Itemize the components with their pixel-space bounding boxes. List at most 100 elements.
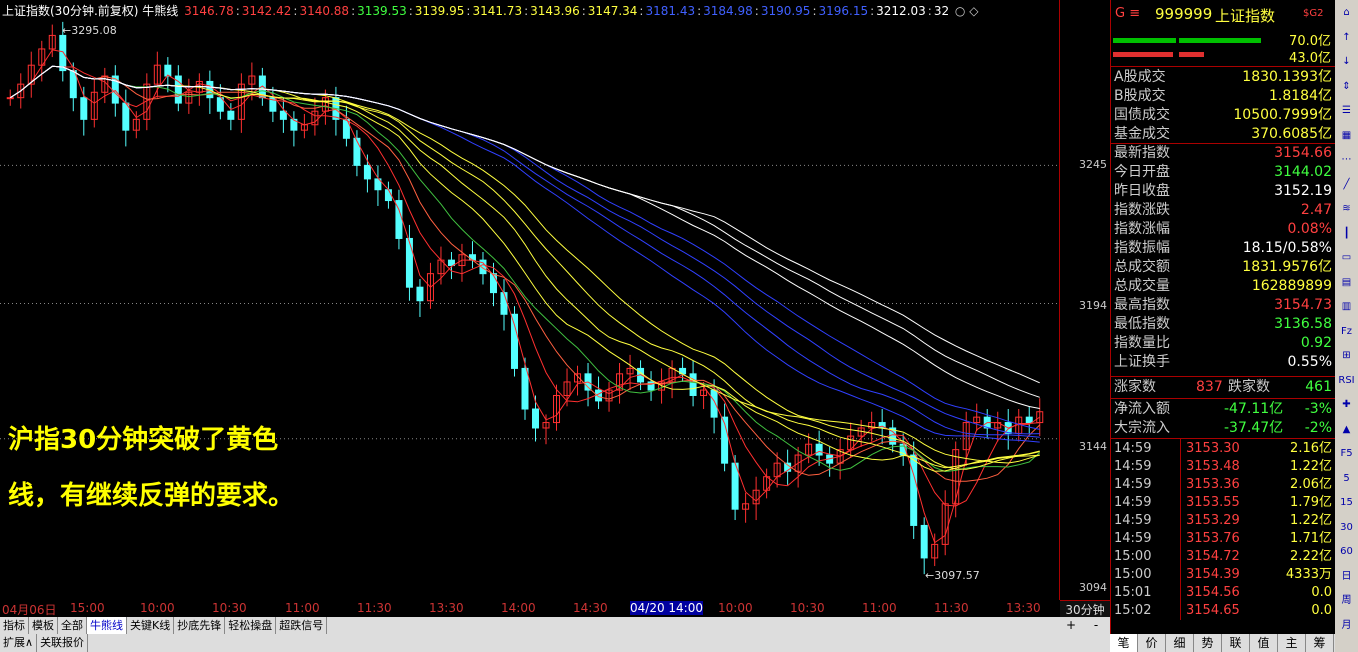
ma-value: 3190.95 xyxy=(760,4,811,18)
tab-indicator[interactable]: 指标 xyxy=(0,617,29,634)
toolbar-button[interactable]: ⊞ xyxy=(1337,347,1356,364)
candle-body xyxy=(689,373,697,396)
menu-icon[interactable]: G ≡ xyxy=(1115,6,1140,21)
quote-label: 最新指数 xyxy=(1114,145,1170,161)
quote-value: 1.8184亿 xyxy=(1269,88,1332,104)
quote-label: 指数量比 xyxy=(1114,335,1170,351)
toolbar-button[interactable]: Fz xyxy=(1337,323,1356,340)
quote-label: 指数振幅 xyxy=(1114,240,1170,256)
toolbar-button[interactable]: F5 xyxy=(1337,445,1356,462)
toolbar-button[interactable]: ╱ xyxy=(1337,176,1356,193)
tab-price[interactable]: 价 xyxy=(1138,634,1166,652)
candle-body xyxy=(164,64,172,77)
toolbar-button[interactable]: ⋯ xyxy=(1337,151,1356,168)
quote-row: 指数振幅 18.15/0.58% xyxy=(1114,239,1332,258)
candle-body xyxy=(815,443,823,456)
ma-value: 3212.03 xyxy=(876,4,926,18)
outflow-value: 43.0亿 xyxy=(1289,51,1331,66)
flow-label: 大宗流入 xyxy=(1114,420,1170,436)
toolbar-button[interactable]: ▦ xyxy=(1337,127,1356,144)
toolbar-button[interactable]: ⇕ xyxy=(1337,78,1356,95)
tick-price: 3153.29 xyxy=(1186,513,1240,528)
low-price-marker: ←3097.57 xyxy=(925,569,980,582)
tab-trend[interactable]: 势 xyxy=(1194,634,1222,652)
quote-value: 1831.9576亿 xyxy=(1242,259,1332,275)
tick-volume: 4333万 xyxy=(1285,567,1332,582)
quote-panel: G ≡ 999999 上证指数 $G2 70.0亿 43.0亿 A股成交 1830… xyxy=(1110,0,1336,652)
toolbar-button[interactable]: ▥ xyxy=(1337,298,1356,315)
tab-bottom-pioneer[interactable]: 抄底先锋 xyxy=(174,617,226,634)
tab-template[interactable]: 模板 xyxy=(29,617,58,634)
period-selector[interactable]: 30分钟 xyxy=(1060,600,1110,617)
candle-body xyxy=(363,164,371,180)
toolbar-button[interactable]: 60 xyxy=(1337,543,1356,560)
tab-related-quotes[interactable]: 关联报价 xyxy=(37,634,89,652)
quote-value: 2.47 xyxy=(1300,202,1332,218)
quote-label: B股成交 xyxy=(1114,88,1166,104)
price-label: 3094 xyxy=(1079,581,1107,594)
tab-key-kline[interactable]: 关键K线 xyxy=(127,617,175,634)
tab-value[interactable]: 值 xyxy=(1250,634,1278,652)
updown-row: 涨家数 837 跌家数 461 xyxy=(1114,378,1332,397)
toolbar-button[interactable]: ↓ xyxy=(1337,53,1356,70)
quote-value: 3136.58 xyxy=(1274,316,1332,332)
toolbar-button[interactable]: 日 xyxy=(1337,568,1356,585)
quote-row: 最低指数 3136.58 xyxy=(1114,315,1332,334)
ma-value: 3147.34 xyxy=(587,4,638,18)
tab-linked[interactable]: 联 xyxy=(1222,634,1250,652)
quote-value: 370.6085亿 xyxy=(1251,126,1332,142)
toolbar-button[interactable]: ☰ xyxy=(1337,102,1356,119)
tab-trades[interactable]: 笔 xyxy=(1110,634,1138,652)
quote-value: 0.92 xyxy=(1300,335,1332,351)
toolbar-button[interactable]: ≋ xyxy=(1337,200,1356,217)
tab-main[interactable]: 主 xyxy=(1278,634,1306,652)
tick-price: 3153.48 xyxy=(1186,459,1240,474)
ma-value: 3196.15 xyxy=(818,4,869,18)
quote-value: 3144.02 xyxy=(1274,164,1332,180)
tick-time: 15:00 xyxy=(1114,549,1152,564)
tab-expand[interactable]: 扩展∧ xyxy=(0,634,38,652)
divider xyxy=(1111,398,1336,399)
tab-all[interactable]: 全部 xyxy=(58,617,87,634)
candle-body xyxy=(122,102,130,131)
quote-value: 10500.7999亿 xyxy=(1233,107,1332,123)
toolbar-button[interactable]: 15 xyxy=(1337,494,1356,511)
tick-row: 14:59 3153.55 1.79亿 xyxy=(1114,494,1332,512)
up-count-label: 涨家数 xyxy=(1114,379,1156,395)
toolbar-button[interactable]: 月 xyxy=(1337,617,1356,634)
divider xyxy=(1111,376,1336,377)
tab-oversold-signal[interactable]: 超跌信号 xyxy=(276,617,328,634)
tab-easy-trade[interactable]: 轻松操盘 xyxy=(225,617,277,634)
toolbar-button[interactable]: RSI xyxy=(1337,372,1356,389)
quote-label: A股成交 xyxy=(1114,69,1166,85)
toolbar-button[interactable]: 30 xyxy=(1337,519,1356,536)
zoom-in-button[interactable]: + xyxy=(1066,618,1076,632)
candle-body xyxy=(6,97,14,100)
toolbar-button[interactable]: ↑ xyxy=(1337,29,1356,46)
quote-value: 3154.73 xyxy=(1274,297,1332,313)
toolbar-button[interactable]: ✚ xyxy=(1337,396,1356,413)
toolbar-button[interactable]: ⌂ xyxy=(1337,4,1356,21)
tick-price: 3154.65 xyxy=(1186,603,1240,618)
quote-value: 18.15/0.58% xyxy=(1242,240,1332,256)
toolbar-button[interactable]: ▲ xyxy=(1337,421,1356,438)
tab-detail[interactable]: 细 xyxy=(1166,634,1194,652)
security-name: 上证指数 xyxy=(1215,7,1276,25)
tab-chips[interactable]: 筹 xyxy=(1306,634,1334,652)
zoom-out-button[interactable]: - xyxy=(1094,618,1098,632)
kline-chart[interactable]: 上证指数(30分钟.前复权) 牛熊线 3146.78:3142.42:3140.… xyxy=(0,0,1060,600)
tick-time: 14:59 xyxy=(1114,495,1152,510)
ma-value: 3140.88 xyxy=(299,4,350,18)
toolbar-button[interactable]: ┃ xyxy=(1337,225,1356,242)
tick-row: 14:59 3153.36 2.06亿 xyxy=(1114,476,1332,494)
toolbar-button[interactable]: ▭ xyxy=(1337,249,1356,266)
toolbar-button[interactable]: ▤ xyxy=(1337,274,1356,291)
tick-row: 14:59 3153.29 1.22亿 xyxy=(1114,512,1332,530)
toolbar-button[interactable]: 5 xyxy=(1337,470,1356,487)
toolbar-button[interactable]: 周 xyxy=(1337,592,1356,609)
candle-body xyxy=(510,313,518,369)
tab-bull-bear-line[interactable]: 牛熊线 xyxy=(87,617,127,634)
candle-body xyxy=(80,97,88,120)
high-price-marker: ←3295.08 xyxy=(62,24,117,37)
tick-time: 15:00 xyxy=(1114,567,1152,582)
